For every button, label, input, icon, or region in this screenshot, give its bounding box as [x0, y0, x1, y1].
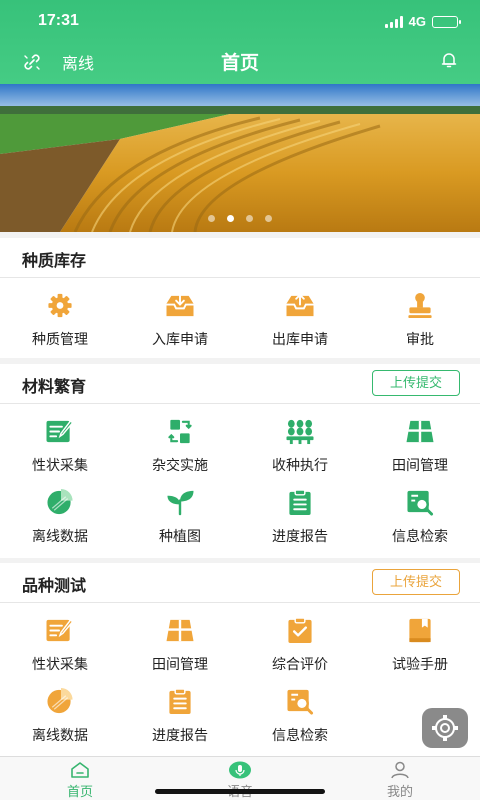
search-doc-icon — [287, 689, 314, 715]
menu-item-comprehensive-evaluation[interactable]: 综合评价 — [240, 603, 360, 674]
menu-item-hybridization[interactable]: 杂交实施 — [120, 404, 240, 475]
menu-item-harvest-execution[interactable]: 收种执行 — [240, 404, 360, 475]
section-title: 材料繁育 — [22, 379, 87, 396]
pie-chart-icon — [47, 688, 73, 714]
menu-item-label: 离线数据 — [32, 727, 88, 743]
status-bar: 17:31 4G — [0, 12, 480, 32]
menu-item-germplasm-management[interactable]: 种质管理 — [0, 278, 120, 349]
icon-grid: 种质管理 入库申请 出库申请 审批 — [0, 278, 480, 349]
section-title: 品种测试 — [22, 578, 87, 595]
home-icon — [71, 762, 89, 778]
tab-mine[interactable]: 我的 — [320, 761, 480, 800]
sprout-icon — [167, 490, 194, 516]
menu-item-label: 进度报告 — [152, 727, 208, 743]
edit-note-icon — [46, 618, 74, 642]
nav-bar: 离线 首页 — [0, 46, 480, 76]
menu-item-label: 田间管理 — [392, 457, 448, 473]
icon-grid: 性状采集 杂交实施 收种执行 田间管理 离线数据 种植图 进度报告 信息检索 — [0, 404, 480, 546]
carousel-dot[interactable] — [246, 215, 253, 222]
carousel-dots — [0, 215, 480, 222]
menu-item-label: 入库申请 — [152, 331, 208, 347]
pie-chart-icon — [47, 489, 73, 515]
field-grid-icon — [166, 619, 194, 642]
tab-home[interactable]: 首页 — [0, 761, 160, 800]
menu-item-trait-collection[interactable]: 性状采集 — [0, 404, 120, 475]
menu-item-field-management[interactable]: 田间管理 — [120, 603, 240, 674]
menu-item-approval[interactable]: 审批 — [360, 278, 480, 349]
menu-item-info-search[interactable]: 信息检索 — [240, 674, 360, 745]
menu-item-label: 种质管理 — [32, 331, 88, 347]
field-grid-icon — [406, 420, 434, 443]
bell-icon[interactable] — [440, 51, 458, 69]
gear-icon — [432, 715, 458, 741]
book-icon — [409, 618, 431, 643]
report-icon — [289, 489, 311, 516]
menu-item-progress-report[interactable]: 进度报告 — [120, 674, 240, 745]
network-type: 4G — [408, 14, 426, 29]
menu-item-stock-in-request[interactable]: 入库申请 — [120, 278, 240, 349]
signal-icon — [384, 15, 403, 28]
icon-grid: 性状采集 田间管理 综合评价 试验手册 离线数据 进度报告 信息检索 — [0, 603, 480, 745]
top-bar: 17:31 4G 离线 首页 — [0, 0, 480, 84]
report-icon — [169, 688, 191, 715]
wheat-field-image — [0, 84, 480, 232]
menu-item-label: 田间管理 — [152, 656, 208, 672]
edit-note-icon — [46, 419, 74, 443]
section-material-breeding: 材料繁育 上传提交 性状采集 杂交实施 收种执行 田间管理 离线数据 种植图 进… — [0, 364, 480, 558]
menu-item-progress-report[interactable]: 进度报告 — [240, 475, 360, 546]
home-indicator[interactable] — [155, 789, 325, 794]
menu-item-stock-out-request[interactable]: 出库申请 — [240, 278, 360, 349]
menu-item-offline-data[interactable]: 离线数据 — [0, 674, 120, 745]
section-header: 材料繁育 上传提交 — [0, 364, 480, 404]
menu-item-label: 杂交实施 — [152, 457, 208, 473]
menu-item-label: 信息检索 — [392, 528, 448, 544]
menu-item-trial-manual[interactable]: 试验手册 — [360, 603, 480, 674]
menu-item-label: 收种执行 — [272, 457, 328, 473]
inbox-out-icon — [286, 293, 314, 317]
section-variety-testing: 品种测试 上传提交 性状采集 田间管理 综合评价 试验手册 离线数据 进度报告 … — [0, 563, 480, 756]
carousel-dot[interactable] — [208, 215, 215, 222]
inbox-in-icon — [166, 293, 194, 317]
clipboard-check-icon — [288, 617, 312, 644]
menu-item-planting-map[interactable]: 种植图 — [120, 475, 240, 546]
menu-item-offline-data[interactable]: 离线数据 — [0, 475, 120, 546]
menu-item-label: 性状采集 — [32, 656, 88, 672]
battery-icon — [432, 15, 461, 28]
upload-submit-button[interactable]: 上传提交 — [372, 569, 460, 595]
tab-label: 我的 — [386, 784, 413, 799]
microphone-icon — [229, 761, 251, 779]
menu-item-label: 综合评价 — [272, 656, 328, 672]
upload-submit-button[interactable]: 上传提交 — [372, 370, 460, 396]
menu-item-label: 种植图 — [159, 528, 201, 544]
menu-item-field-management[interactable]: 田间管理 — [360, 404, 480, 475]
carousel-dot-active[interactable] — [227, 215, 234, 222]
carousel-dot[interactable] — [265, 215, 272, 222]
user-icon — [391, 761, 409, 779]
menu-item-label: 离线数据 — [32, 528, 88, 544]
menu-item-label: 出库申请 — [272, 331, 328, 347]
section-germplasm-inventory: 种质库存 种质管理 入库申请 出库申请 审批 — [0, 238, 480, 358]
stamp-icon — [408, 292, 432, 319]
menu-item-label: 进度报告 — [272, 528, 328, 544]
tab-voice[interactable]: 语音 — [160, 761, 320, 800]
status-indicators: 4G — [384, 14, 461, 29]
menu-item-trait-collection[interactable]: 性状采集 — [0, 603, 120, 674]
menu-item-label: 信息检索 — [272, 727, 328, 743]
section-title: 种质库存 — [22, 253, 87, 270]
menu-item-label: 试验手册 — [392, 656, 448, 672]
menu-item-label: 审批 — [406, 331, 434, 347]
menu-item-info-search[interactable]: 信息检索 — [360, 475, 480, 546]
search-doc-icon — [407, 490, 434, 516]
section-header: 品种测试 上传提交 — [0, 563, 480, 603]
harvest-icon — [286, 419, 314, 445]
section-header: 种质库存 — [0, 238, 480, 278]
page-title: 首页 — [220, 53, 259, 74]
exchange-icon — [168, 419, 192, 444]
floating-settings-button[interactable] — [422, 708, 468, 748]
menu-item-label: 性状采集 — [32, 457, 88, 473]
gear-icon — [48, 293, 72, 318]
banner-carousel[interactable] — [0, 84, 480, 232]
tab-label: 首页 — [66, 784, 93, 799]
status-time: 17:31 — [38, 12, 79, 29]
